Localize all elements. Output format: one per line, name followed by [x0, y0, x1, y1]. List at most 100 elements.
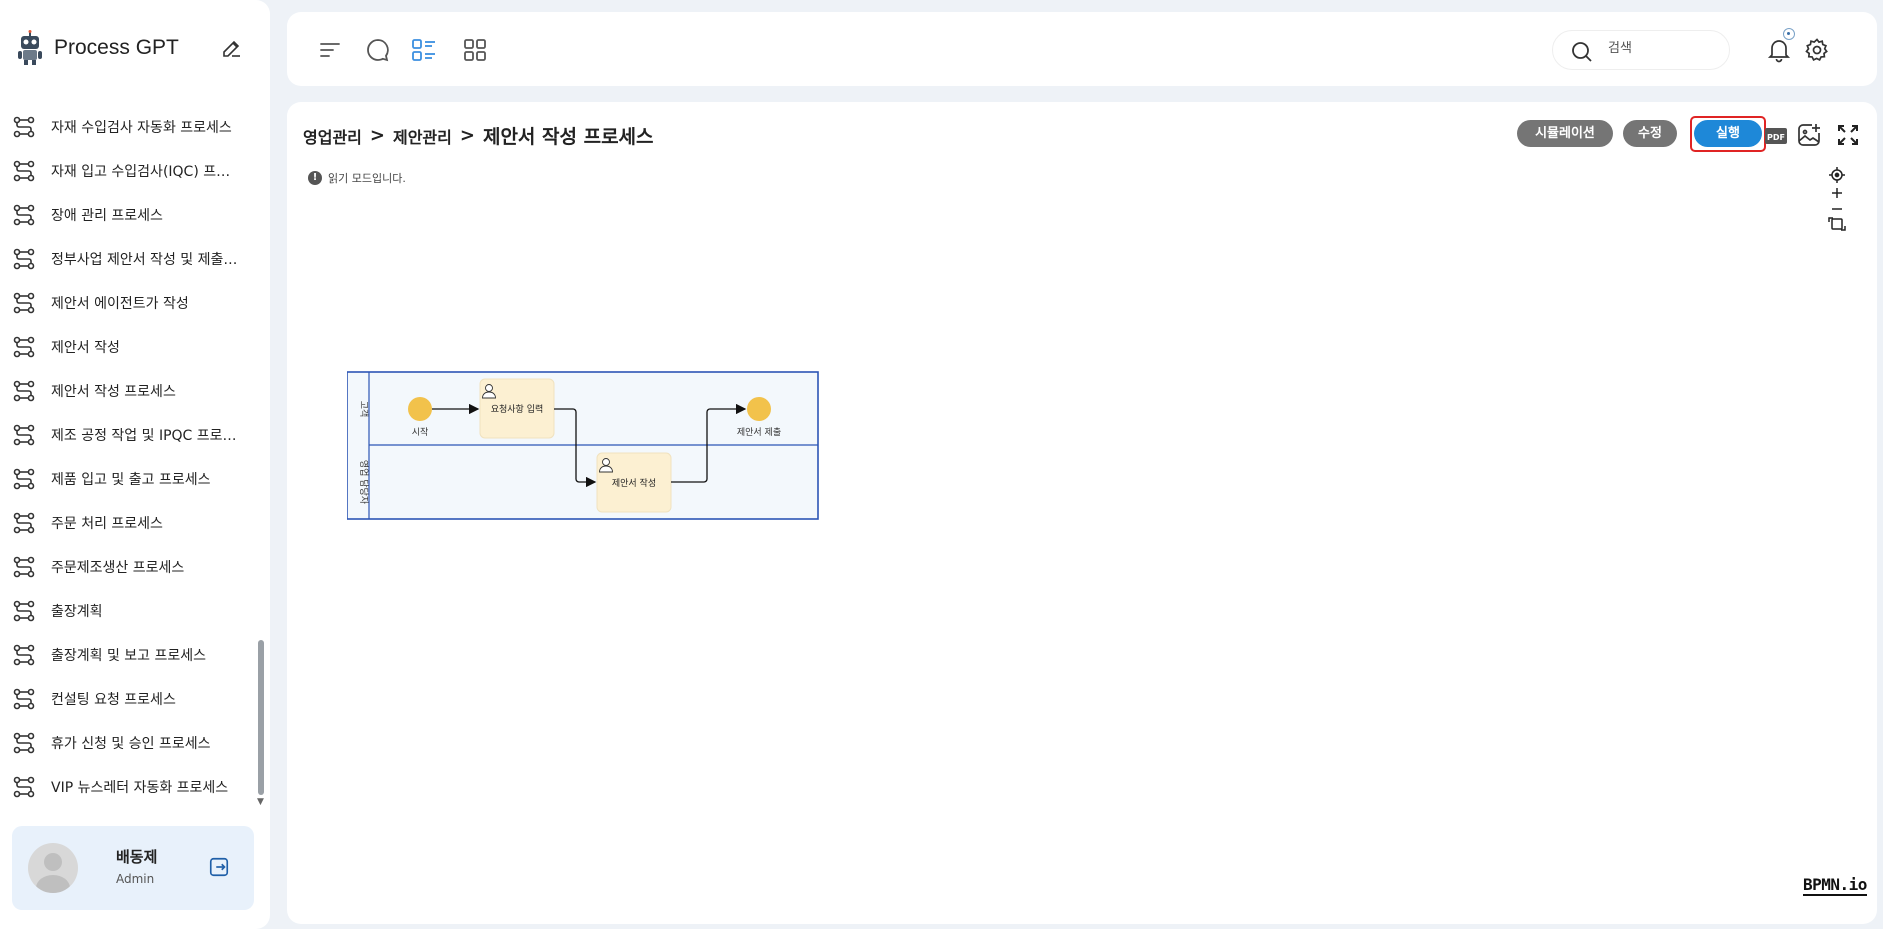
zoom-controls [1824, 162, 1850, 254]
sidebar-process-item[interactable]: 자재 수입검사 자동화 프로세스 [0, 105, 255, 149]
sidebar-process-item[interactable]: 제안서 에이전트가 작성 [0, 281, 255, 325]
fullscreen-icon[interactable] [1836, 123, 1860, 147]
new-chat-edit-icon[interactable] [220, 36, 244, 60]
process-flow-icon [13, 116, 35, 138]
process-flow-icon [13, 292, 35, 314]
process-list: 자재 수입검사 자동화 프로세스자재 입고 수입검사(IQC) 프로세스장애 관… [0, 105, 255, 809]
breadcrumb-separator: > [459, 125, 475, 146]
process-flow-icon [13, 248, 35, 270]
process-flow-icon [13, 688, 35, 710]
process-flow-icon [13, 336, 35, 358]
fit-view-icon[interactable] [1828, 217, 1846, 231]
sidebar-item-label: 제안서 작성 [51, 340, 120, 356]
sidebar-process-item[interactable]: 제품 입고 및 출고 프로세스 [0, 457, 255, 501]
search-input[interactable] [1608, 41, 1708, 56]
pdf-export-icon[interactable]: PDF [1765, 126, 1787, 146]
sidebar-item-label: 주문제조생산 프로세스 [51, 560, 185, 576]
task-label: 요청사항 입력 [491, 403, 544, 415]
menu-toggle-icon[interactable] [317, 37, 343, 63]
process-flow-icon [13, 556, 35, 578]
sidebar-process-item[interactable]: 제안서 작성 프로세스 [0, 369, 255, 413]
process-flow-icon [13, 204, 35, 226]
process-flow-icon [13, 512, 35, 534]
page-title: 제안서 작성 프로세스 [482, 126, 654, 148]
end-event[interactable] [747, 397, 771, 421]
sidebar-process-item[interactable]: VIP 뉴스레터 자동화 프로세스 [0, 765, 255, 809]
edit-button[interactable]: 수정 [1623, 120, 1677, 147]
run-button[interactable]: 실행 [1694, 120, 1762, 147]
sidebar-item-label: 정부사업 제안서 작성 및 제출 프로세스 [51, 252, 241, 268]
simulation-button[interactable]: 시뮬레이션 [1517, 120, 1613, 147]
reset-view-icon[interactable] [1829, 167, 1845, 183]
sidebar-item-label: 제안서 작성 프로세스 [51, 384, 176, 400]
lane-label-customer: 고객 [358, 401, 369, 418]
zoom-in-icon[interactable] [1832, 188, 1842, 198]
robot-logo-icon [14, 30, 46, 66]
process-flow-icon [13, 380, 35, 402]
process-flow-icon [13, 732, 35, 754]
process-flow-icon [13, 424, 35, 446]
notification-bell-icon[interactable] [1766, 37, 1792, 63]
sidebar-item-label: 장애 관리 프로세스 [51, 208, 163, 224]
logout-icon[interactable] [208, 856, 230, 878]
sidebar: Process GPT 자재 수입검사 자동화 프로세스자재 입고 수입검사(I… [0, 0, 270, 929]
sidebar-process-item[interactable]: 주문제조생산 프로세스 [0, 545, 255, 589]
list-view-icon[interactable] [411, 37, 437, 63]
breadcrumb-item[interactable]: 영업관리 [303, 124, 362, 148]
sidebar-process-item[interactable]: 출장계획 및 보고 프로세스 [0, 633, 255, 677]
sidebar-process-item[interactable]: 제조 공정 작업 및 IPQC 프로세스 [0, 413, 255, 457]
info-icon: ! [308, 171, 322, 185]
image-export-icon[interactable] [1796, 122, 1822, 148]
search-box[interactable] [1552, 30, 1730, 70]
sidebar-process-item[interactable]: 컨설팅 요청 프로세스 [0, 677, 255, 721]
sidebar-item-label: 자재 수입검사 자동화 프로세스 [51, 120, 232, 136]
task-label: 제안서 작성 [612, 478, 656, 489]
grid-view-icon[interactable] [462, 37, 488, 63]
sidebar-process-item[interactable]: 제안서 작성 [0, 325, 255, 369]
lane-label-sales: 영업 담당자 [358, 460, 370, 505]
search-icon [1572, 42, 1592, 62]
sidebar-item-label: 제조 공정 작업 및 IPQC 프로세스 [51, 428, 241, 444]
pdf-label: PDF [1767, 133, 1785, 142]
sidebar-process-item[interactable]: 휴가 신청 및 승인 프로세스 [0, 721, 255, 765]
sidebar-item-label: 주문 처리 프로세스 [51, 516, 163, 532]
sidebar-process-item[interactable]: 장애 관리 프로세스 [0, 193, 255, 237]
process-flow-icon [13, 644, 35, 666]
start-event[interactable] [408, 397, 432, 421]
top-bar [287, 12, 1877, 86]
breadcrumb: 영업관리 > 제안관리 > 제안서 작성 프로세스 [303, 122, 654, 149]
sidebar-process-item[interactable]: 주문 처리 프로세스 [0, 501, 255, 545]
user-name: 배동제 [116, 848, 158, 866]
bpmn-diagram: 고객 영업 담당자 시작 요청사항 입력 제안서 작성 제안서 제출 [347, 371, 819, 520]
sidebar-item-label: 컨설팅 요청 프로세스 [51, 692, 176, 708]
sidebar-process-item[interactable]: 자재 입고 수입검사(IQC) 프로세스 [0, 149, 255, 193]
process-flow-icon [13, 160, 35, 182]
process-flow-icon [13, 776, 35, 798]
read-mode-notice: ! 읽기 모드입니다. [308, 170, 406, 186]
sidebar-item-label: 휴가 신청 및 승인 프로세스 [51, 736, 211, 752]
sidebar-item-label: VIP 뉴스레터 자동화 프로세스 [51, 780, 229, 796]
sidebar-process-item[interactable]: 정부사업 제안서 작성 및 제출 프로세스 [0, 237, 255, 281]
process-flow-icon [13, 468, 35, 490]
sidebar-item-label: 제품 입고 및 출고 프로세스 [51, 472, 211, 488]
start-event-label: 시작 [412, 427, 429, 438]
notification-badge [1783, 28, 1795, 40]
user-role: Admin [116, 872, 155, 886]
user-card: 배동제 Admin [12, 826, 254, 910]
sidebar-scrollbar[interactable] [258, 640, 264, 795]
sidebar-process-item[interactable]: 출장계획 [0, 589, 255, 633]
bpmn-io-watermark[interactable]: BPMN.io [1803, 875, 1867, 896]
sidebar-item-label: 자재 입고 수입검사(IQC) 프로세스 [51, 164, 241, 180]
breadcrumb-separator: > [369, 125, 385, 146]
sidebar-item-label: 출장계획 [51, 604, 103, 620]
main-panel: 영업관리 > 제안관리 > 제안서 작성 프로세스 시뮬레이션 수정 실행 PD… [287, 102, 1877, 924]
settings-gear-icon[interactable] [1804, 37, 1830, 63]
sidebar-item-label: 제안서 에이전트가 작성 [51, 296, 189, 312]
breadcrumb-item[interactable]: 제안관리 [393, 124, 452, 148]
brand: Process GPT [14, 30, 254, 66]
end-event-label: 제안서 제출 [737, 427, 781, 438]
chat-icon[interactable] [365, 37, 391, 63]
sidebar-item-label: 출장계획 및 보고 프로세스 [51, 648, 207, 664]
scroll-down-arrow-icon[interactable]: ▼ [257, 797, 264, 807]
avatar[interactable] [28, 843, 78, 893]
